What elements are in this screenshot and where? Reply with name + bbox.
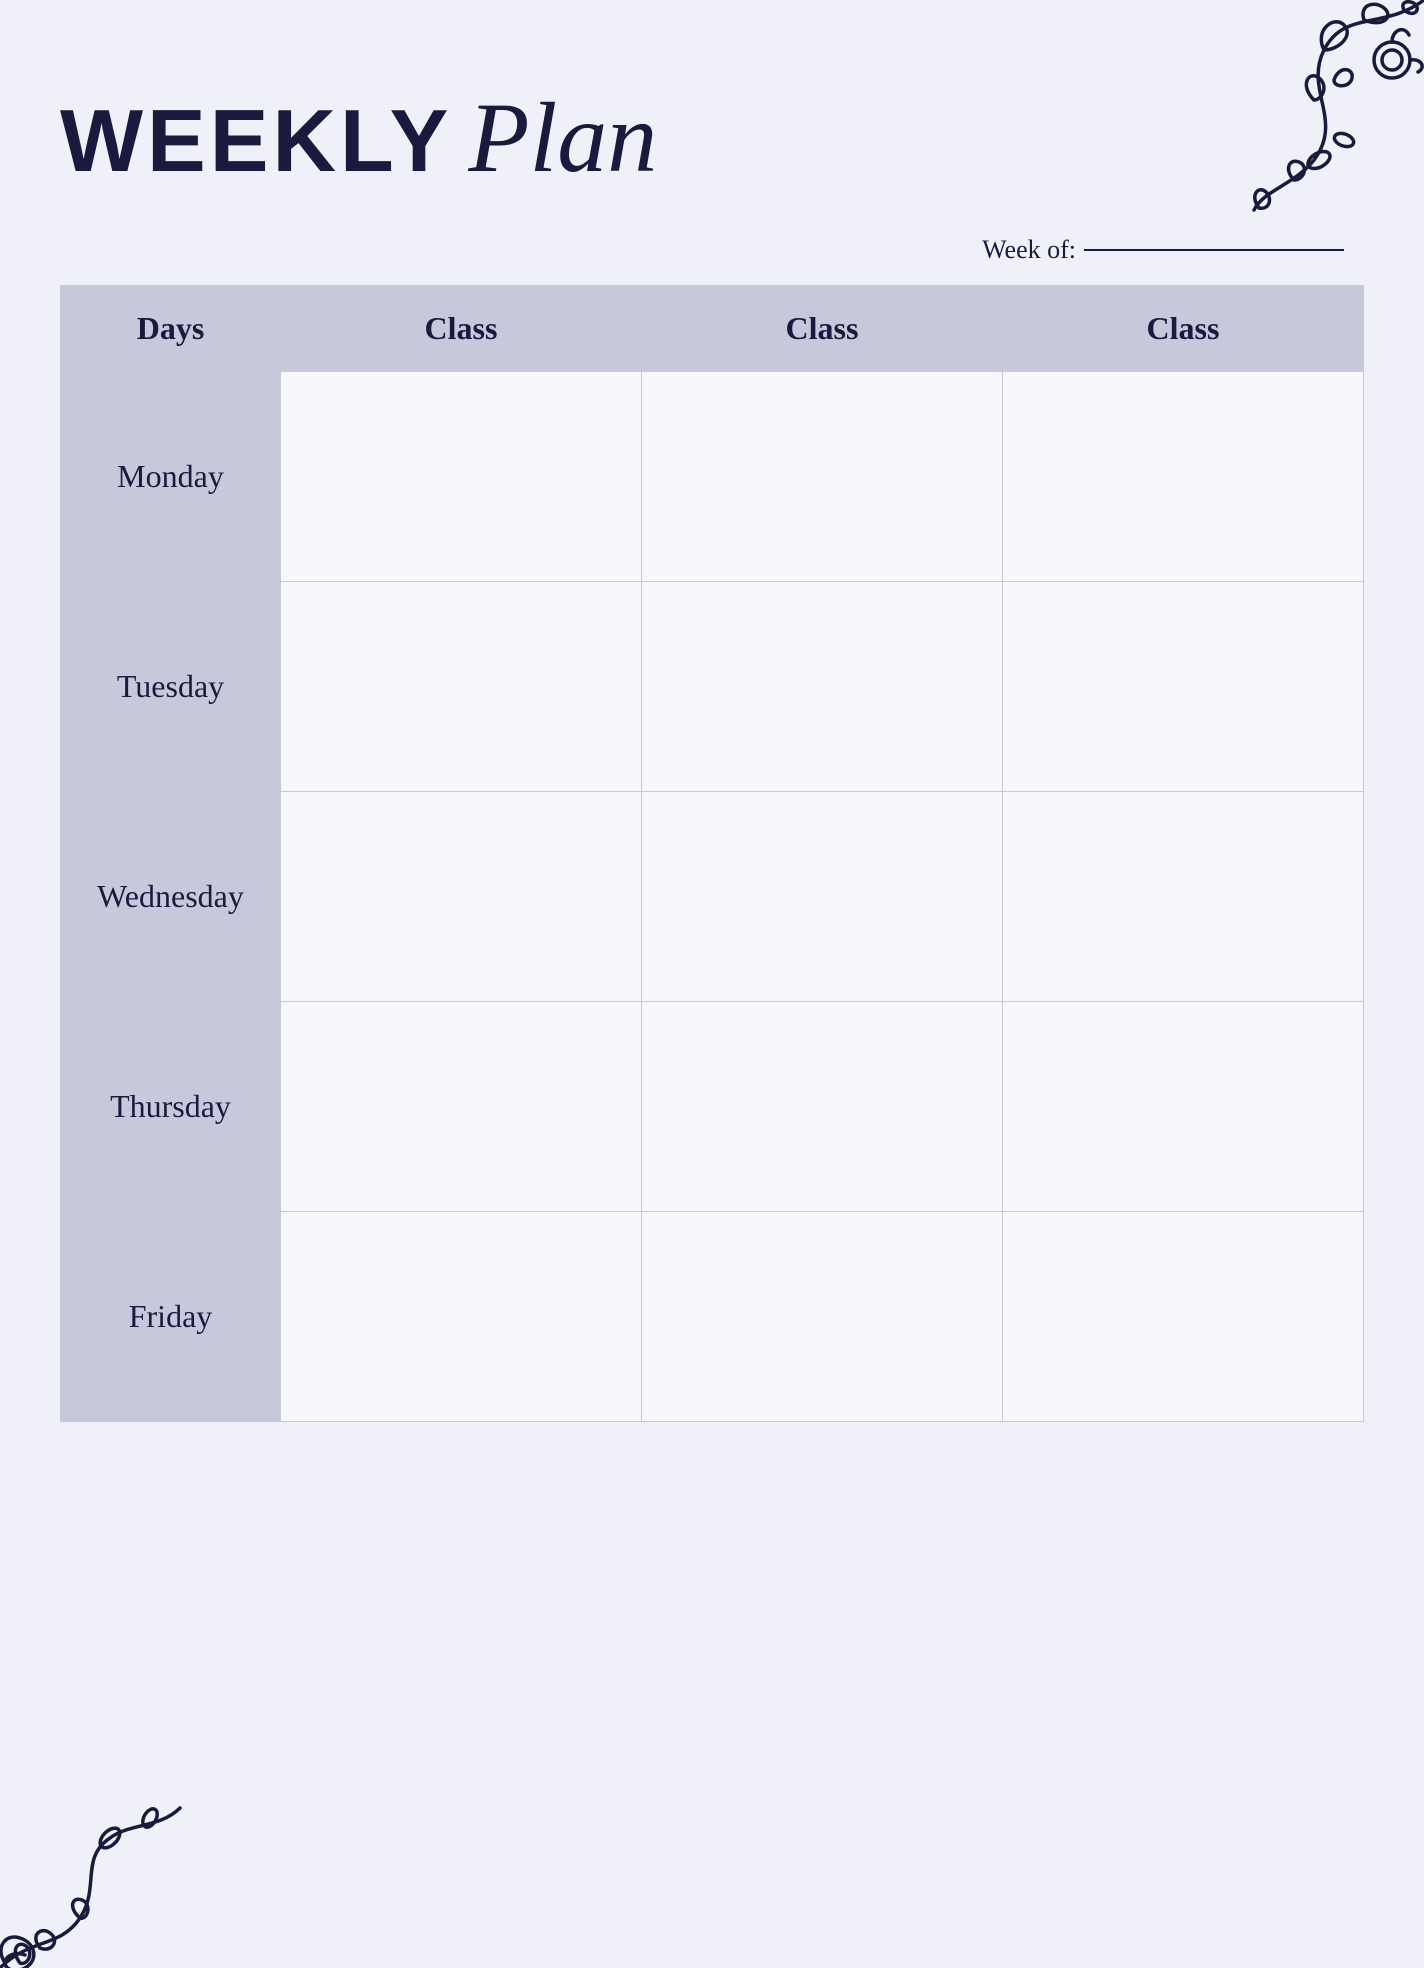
table-row: Tuesday	[61, 582, 1364, 792]
day-monday: Monday	[61, 372, 281, 582]
table-row: Thursday	[61, 1002, 1364, 1212]
table-row: Wednesday	[61, 792, 1364, 1002]
wednesday-class2-cell[interactable]	[642, 792, 1003, 1002]
header-class1: Class	[281, 286, 642, 372]
week-of-line[interactable]	[1084, 249, 1344, 251]
friday-class2-cell[interactable]	[642, 1212, 1003, 1422]
table-header: Days Class Class Class	[61, 286, 1364, 372]
friday-class3-cell[interactable]	[1003, 1212, 1364, 1422]
table-body: Monday Tuesday Wednesday	[61, 372, 1364, 1422]
thursday-class1-cell[interactable]	[281, 1002, 642, 1212]
friday-class1-cell[interactable]	[281, 1212, 642, 1422]
day-wednesday: Wednesday	[61, 792, 281, 1002]
day-thursday: Thursday	[61, 1002, 281, 1212]
tuesday-class3-cell[interactable]	[1003, 582, 1364, 792]
title-weekly: WEEKLY	[60, 90, 452, 192]
table-row: Monday	[61, 372, 1364, 582]
monday-class2-cell[interactable]	[642, 372, 1003, 582]
week-of-row: Week of:	[60, 235, 1364, 265]
thursday-class2-cell[interactable]	[642, 1002, 1003, 1212]
wednesday-class3-cell[interactable]	[1003, 792, 1364, 1002]
day-tuesday: Tuesday	[61, 582, 281, 792]
planner-table: Days Class Class Class Monday Tuesday	[60, 285, 1364, 1422]
wednesday-class1-cell[interactable]	[281, 792, 642, 1002]
header-row: Days Class Class Class	[61, 286, 1364, 372]
monday-class1-cell[interactable]	[281, 372, 642, 582]
header-class3: Class	[1003, 286, 1364, 372]
thursday-class3-cell[interactable]	[1003, 1002, 1364, 1212]
tuesday-class2-cell[interactable]	[642, 582, 1003, 792]
floral-bottom-left-decoration	[0, 1788, 220, 1968]
table-row: Friday	[61, 1212, 1364, 1422]
header-class2: Class	[642, 286, 1003, 372]
day-friday: Friday	[61, 1212, 281, 1422]
title-plan: Plan	[468, 80, 657, 195]
monday-class3-cell[interactable]	[1003, 372, 1364, 582]
tuesday-class1-cell[interactable]	[281, 582, 642, 792]
page: WEEKLY Plan Week of: Days Class Class Cl…	[0, 0, 1424, 1968]
week-of-label: Week of:	[982, 235, 1076, 265]
header: WEEKLY Plan	[60, 80, 1364, 195]
header-days: Days	[61, 286, 281, 372]
